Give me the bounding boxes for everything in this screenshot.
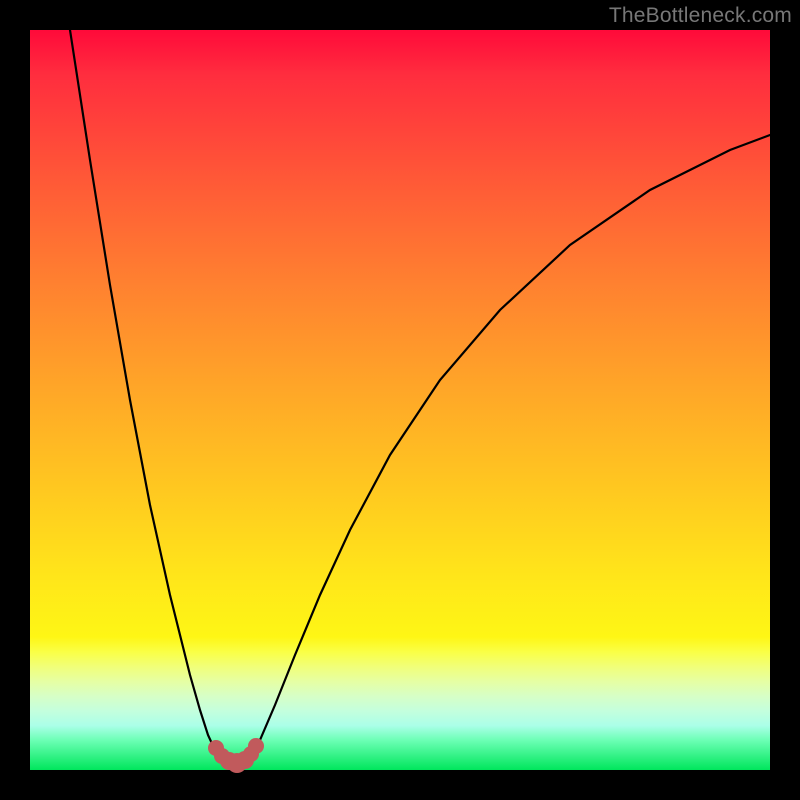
valley-markers-group bbox=[208, 738, 264, 773]
curve-right-branch bbox=[250, 135, 770, 757]
chart-svg bbox=[30, 30, 770, 770]
valley-marker bbox=[248, 738, 264, 754]
chart-plot-area bbox=[30, 30, 770, 770]
curve-left-branch bbox=[70, 30, 226, 759]
watermark-text: TheBottleneck.com bbox=[609, 4, 792, 28]
chart-frame: TheBottleneck.com bbox=[0, 0, 800, 800]
